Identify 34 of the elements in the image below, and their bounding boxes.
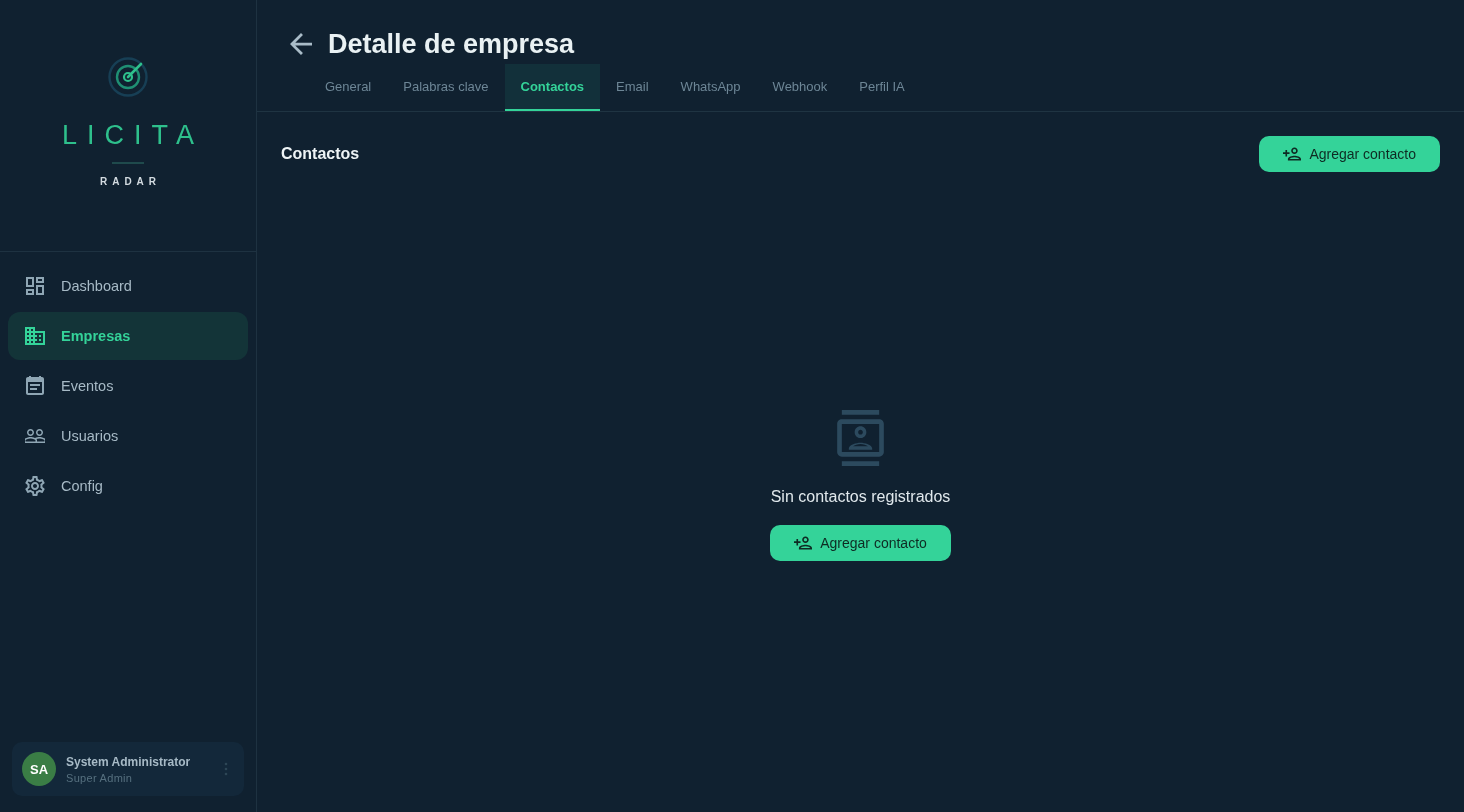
back-button[interactable] (290, 33, 312, 55)
person-add-icon (1283, 145, 1302, 163)
dashboard-icon (25, 276, 45, 296)
tab[interactable]: WhatsApp (664, 64, 757, 111)
user-role: Super Admin (66, 771, 134, 784)
tab[interactable]: Perfil IA (843, 64, 921, 111)
user-avatar: SA (22, 752, 56, 786)
user-name: System Administrator (66, 754, 192, 769)
tab[interactable]: Webhook (756, 64, 844, 111)
logo-title: LICITA (61, 120, 204, 150)
page-title: Detalle de empresa (328, 28, 575, 61)
tab[interactable]: General (309, 64, 388, 111)
building-icon (25, 326, 45, 346)
sidebar-nav-item[interactable]: Usuarios (8, 412, 248, 460)
sidebar-nav-item[interactable]: Empresas (8, 312, 248, 360)
logo-subtitle: RADAR (98, 176, 162, 187)
empty-state-message: Sin contactos registrados (770, 487, 951, 506)
tab[interactable]: Palabras clave (387, 64, 505, 111)
settings-icon (25, 476, 45, 496)
radar-logo-icon (108, 57, 148, 97)
sidebar-nav-item[interactable]: Eventos (8, 362, 248, 410)
user-card[interactable]: SA System Administrator Super Admin (12, 742, 244, 796)
tab[interactable]: Contactos (504, 64, 601, 111)
calendar-icon (25, 376, 45, 396)
contact-card-icon (837, 409, 884, 466)
person-add-icon (794, 533, 813, 552)
add-contact-button[interactable]: Agregar contacto (770, 524, 951, 561)
people-icon (25, 426, 45, 446)
section-title: Contactos (281, 145, 360, 163)
back-arrow-icon (290, 33, 312, 55)
sidebar-nav-item[interactable]: Config (8, 462, 248, 510)
sidebar-nav-item[interactable]: Dashboard (8, 262, 248, 310)
tab[interactable]: Email (600, 64, 665, 111)
add-contact-button[interactable]: Agregar contacto (1259, 136, 1440, 172)
